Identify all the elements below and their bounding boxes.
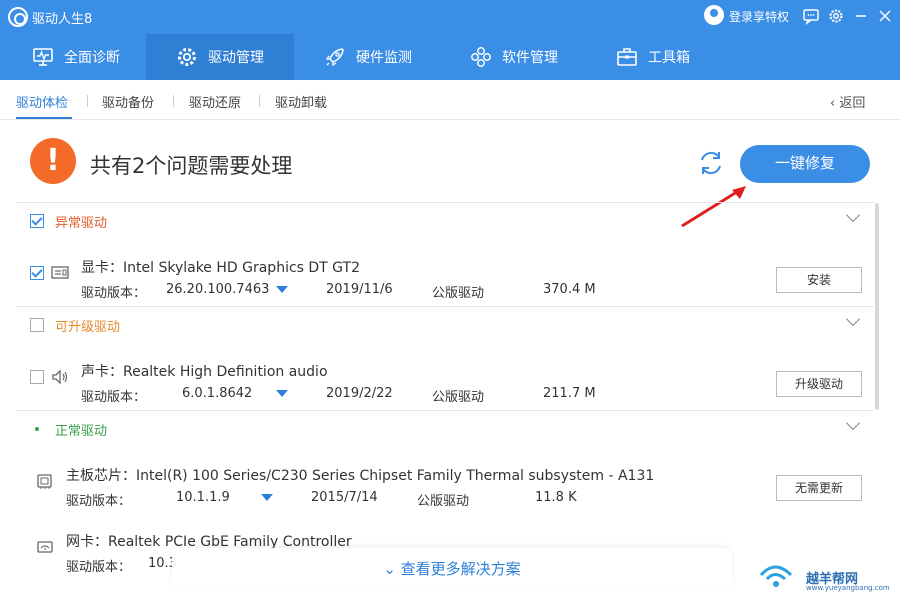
gear-icon xyxy=(176,46,198,68)
tab-diagnosis[interactable]: 全面诊断 xyxy=(0,34,146,80)
abnormal-section-checkbox[interactable] xyxy=(30,214,44,228)
back-label: 返回 xyxy=(839,96,866,111)
divider xyxy=(173,95,174,107)
divider xyxy=(87,95,88,107)
device-name: 显卡：Intel Skylake HD Graphics DT GT2 xyxy=(81,257,360,277)
version-dropdown-icon[interactable] xyxy=(261,494,273,501)
device-model: Intel(R) 100 Series/C230 Series Chipset … xyxy=(136,468,655,484)
more-solutions-label: 查看更多解决方案 xyxy=(400,560,521,578)
tab-hardware-monitor[interactable]: 硬件监测 xyxy=(294,34,440,80)
chevron-left-icon: ‹ xyxy=(830,96,840,111)
driver-version-value: 6.0.1.8642 xyxy=(182,386,253,401)
normal-section-title: 正常驱动 xyxy=(55,424,108,439)
tab-toolbox[interactable]: 工具箱 xyxy=(586,34,732,80)
chipset-icon xyxy=(37,474,52,489)
upgradable-section-checkbox[interactable] xyxy=(30,318,44,332)
tab-label: 驱动管理 xyxy=(208,50,264,66)
sound-driver-checkbox[interactable] xyxy=(30,370,44,384)
divider xyxy=(16,202,874,203)
install-button[interactable]: 安装 xyxy=(776,267,862,293)
upgradable-section-title: 可升级驱动 xyxy=(55,320,121,335)
issue-summary-title: 共有2个问题需要处理 xyxy=(90,154,293,178)
toolbox-icon xyxy=(616,46,638,68)
version-dropdown-icon[interactable] xyxy=(276,390,288,397)
apps-icon xyxy=(470,46,492,68)
driver-version-label: 驱动版本： xyxy=(66,494,132,509)
divider xyxy=(16,410,874,411)
subtab-driver-backup[interactable]: 驱动备份 xyxy=(102,92,154,111)
rocket-icon xyxy=(324,46,346,68)
more-solutions-link[interactable]: ⌄ 查看更多解决方案 xyxy=(172,558,732,579)
status-dot xyxy=(35,427,39,431)
divider xyxy=(259,95,260,107)
chevron-down-icon[interactable] xyxy=(845,207,861,223)
close-icon[interactable] xyxy=(875,7,895,27)
driver-kind: 公版驱动 xyxy=(432,390,485,405)
upgrade-driver-button[interactable]: 升级驱动 xyxy=(776,371,862,397)
version-dropdown-icon[interactable] xyxy=(276,286,288,293)
device-model: Intel Skylake HD Graphics DT GT2 xyxy=(123,260,360,276)
sub-nav: 驱动体检 驱动备份 驱动还原 驱动卸载 ‹ 返回 xyxy=(0,80,900,120)
minimize-icon[interactable] xyxy=(851,7,871,27)
title-bar: 驱动人生8 登录享特权 xyxy=(0,0,900,34)
driver-size: 211.7 M xyxy=(543,386,596,401)
driver-size: 11.8 K xyxy=(535,490,577,505)
driver-date: 2019/11/6 xyxy=(326,282,393,297)
divider xyxy=(16,306,874,307)
driver-version-label: 驱动版本： xyxy=(81,390,147,405)
tab-software-management[interactable]: 软件管理 xyxy=(440,34,586,80)
login-link[interactable]: 登录享特权 xyxy=(729,8,789,25)
tab-label: 全面诊断 xyxy=(64,50,120,66)
refresh-icon[interactable] xyxy=(695,147,727,179)
graphics-driver-checkbox[interactable] xyxy=(30,266,44,280)
red-arrow-annotation xyxy=(681,186,746,228)
warning-icon: ! xyxy=(30,138,76,184)
gear-icon[interactable] xyxy=(826,7,846,27)
tab-label: 软件管理 xyxy=(502,50,558,66)
tab-label: 工具箱 xyxy=(648,50,690,66)
watermark-url: www.yueyangbang.com xyxy=(806,584,890,592)
no-update-needed-button[interactable]: 无需更新 xyxy=(776,475,862,501)
subtab-driver-uninstall[interactable]: 驱动卸载 xyxy=(275,92,327,111)
main-nav: 全面诊断 驱动管理 硬件监测 软件管理 工具箱 xyxy=(0,34,900,80)
chevron-down-icon[interactable] xyxy=(845,311,861,327)
tab-driver-management[interactable]: 驱动管理 xyxy=(146,34,294,80)
graphics-card-icon xyxy=(51,266,69,279)
device-model: Realtek High Definition audio xyxy=(123,364,328,380)
driver-version-value: 26.20.100.7463 xyxy=(166,282,270,297)
double-chevron-down-icon: ⌄ xyxy=(383,560,401,578)
subtab-driver-check[interactable]: 驱动体检 xyxy=(16,92,68,111)
device-type-label: 显卡： xyxy=(81,260,123,276)
tab-label: 硬件监测 xyxy=(356,50,412,66)
subtab-driver-restore[interactable]: 驱动还原 xyxy=(189,92,241,111)
message-icon[interactable] xyxy=(801,7,821,27)
abnormal-section-title: 异常驱动 xyxy=(55,216,108,231)
active-tab-indicator xyxy=(16,117,72,119)
device-type-label: 主板芯片： xyxy=(66,468,136,484)
monitor-icon xyxy=(32,46,54,68)
driver-kind: 公版驱动 xyxy=(417,494,470,509)
device-type-label: 网卡： xyxy=(66,534,108,550)
speaker-icon xyxy=(52,369,68,385)
driver-size: 370.4 M xyxy=(543,282,596,297)
network-card-icon xyxy=(37,541,53,553)
driver-version-label: 驱动版本： xyxy=(81,286,147,301)
back-button[interactable]: ‹ 返回 xyxy=(830,92,865,111)
device-type-label: 声卡： xyxy=(81,364,123,380)
device-name: 主板芯片：Intel(R) 100 Series/C230 Series Chi… xyxy=(66,465,654,485)
user-avatar-icon[interactable] xyxy=(704,5,724,25)
driver-date: 2015/7/14 xyxy=(311,490,378,505)
app-logo-icon xyxy=(8,7,28,27)
driver-date: 2019/2/22 xyxy=(326,386,393,401)
more-solutions-bar: ⌄ 查看更多解决方案 xyxy=(172,548,732,588)
driver-version-label: 驱动版本： xyxy=(66,560,132,575)
chevron-down-icon[interactable] xyxy=(845,415,861,431)
app-title: 驱动人生8 xyxy=(32,12,93,27)
scrollbar[interactable] xyxy=(875,203,879,410)
one-click-fix-button[interactable]: 一键修复 xyxy=(740,145,870,183)
driver-kind: 公版驱动 xyxy=(432,286,485,301)
device-name: 声卡：Realtek High Definition audio xyxy=(81,361,328,381)
driver-version-value: 10.1.1.9 xyxy=(176,490,230,505)
